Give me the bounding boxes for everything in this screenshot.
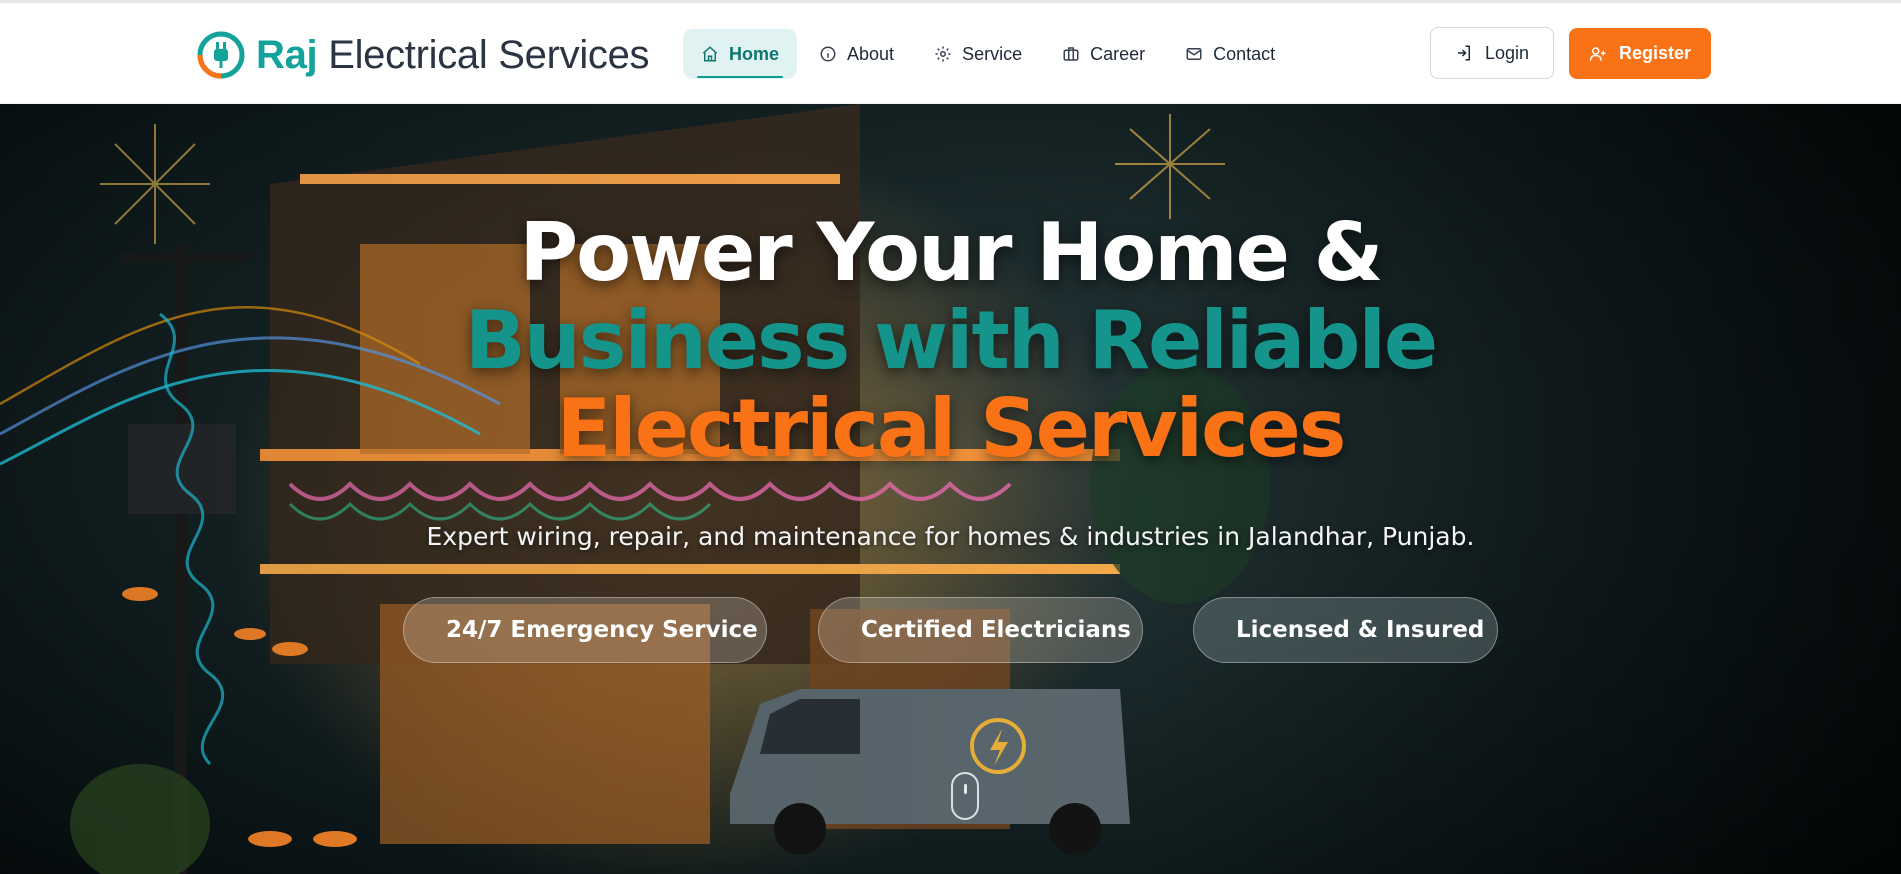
- hero-headline-line3: Electrical Services: [556, 382, 1347, 475]
- nav-item-contact[interactable]: Contact: [1167, 29, 1293, 79]
- login-button[interactable]: Login: [1430, 27, 1554, 79]
- register-button[interactable]: Register: [1569, 28, 1711, 79]
- badge-label: Licensed & Insured: [1236, 617, 1485, 643]
- hero-subtitle: Expert wiring, repair, and maintenance f…: [426, 522, 1475, 551]
- badge-label: 24/7 Emergency Service: [446, 617, 758, 643]
- nav-item-label: Career: [1090, 43, 1146, 64]
- scroll-indicator-dot: [964, 784, 967, 794]
- site-header: Raj Electrical Services Home About Servi…: [0, 3, 1901, 104]
- info-icon: [820, 46, 836, 62]
- login-icon: [1457, 45, 1470, 61]
- register-label: Register: [1618, 43, 1692, 63]
- login-label: Login: [1484, 42, 1530, 63]
- brand-name-highlight: Raj: [256, 33, 318, 77]
- brand-name-rest: Electrical Services: [328, 33, 650, 77]
- nav-item-about[interactable]: About: [801, 29, 912, 79]
- plug-icon: [196, 30, 246, 80]
- nav-item-label: About: [847, 43, 895, 64]
- nav-item-career[interactable]: Career: [1044, 29, 1163, 79]
- briefcase-icon: [1063, 47, 1079, 61]
- badge-licensed-insured: Licensed & Insured: [1193, 597, 1498, 663]
- hero-section: Power Your Home & Business with Reliable…: [0, 104, 1901, 874]
- hero-headline-line1: Power Your Home &: [519, 206, 1383, 299]
- user-plus-icon: [1589, 46, 1606, 61]
- brand-home-link[interactable]: Raj Electrical Services: [196, 29, 650, 81]
- nav-item-label: Home: [729, 43, 780, 64]
- nav-item-service[interactable]: Service: [916, 29, 1040, 79]
- gear-icon: [935, 46, 951, 62]
- main-nav: Home About Service Career Contact: [683, 28, 1297, 80]
- nav-item-label: Contact: [1213, 43, 1276, 64]
- nav-item-home[interactable]: Home: [683, 29, 798, 79]
- hero-headline: Power Your Home & Business with Reliable…: [0, 209, 1901, 473]
- home-icon: [702, 46, 718, 62]
- hero-headline-line2: Business with Reliable: [464, 294, 1438, 387]
- badge-emergency-service: 24/7 Emergency Service: [403, 597, 767, 663]
- badge-certified-electricians: Certified Electricians: [818, 597, 1143, 663]
- badge-label: Certified Electricians: [861, 617, 1131, 643]
- nav-item-label: Service: [962, 43, 1023, 64]
- scroll-indicator[interactable]: [951, 772, 979, 820]
- mail-icon: [1186, 48, 1202, 60]
- brand-name: Raj Electrical Services: [256, 29, 650, 81]
